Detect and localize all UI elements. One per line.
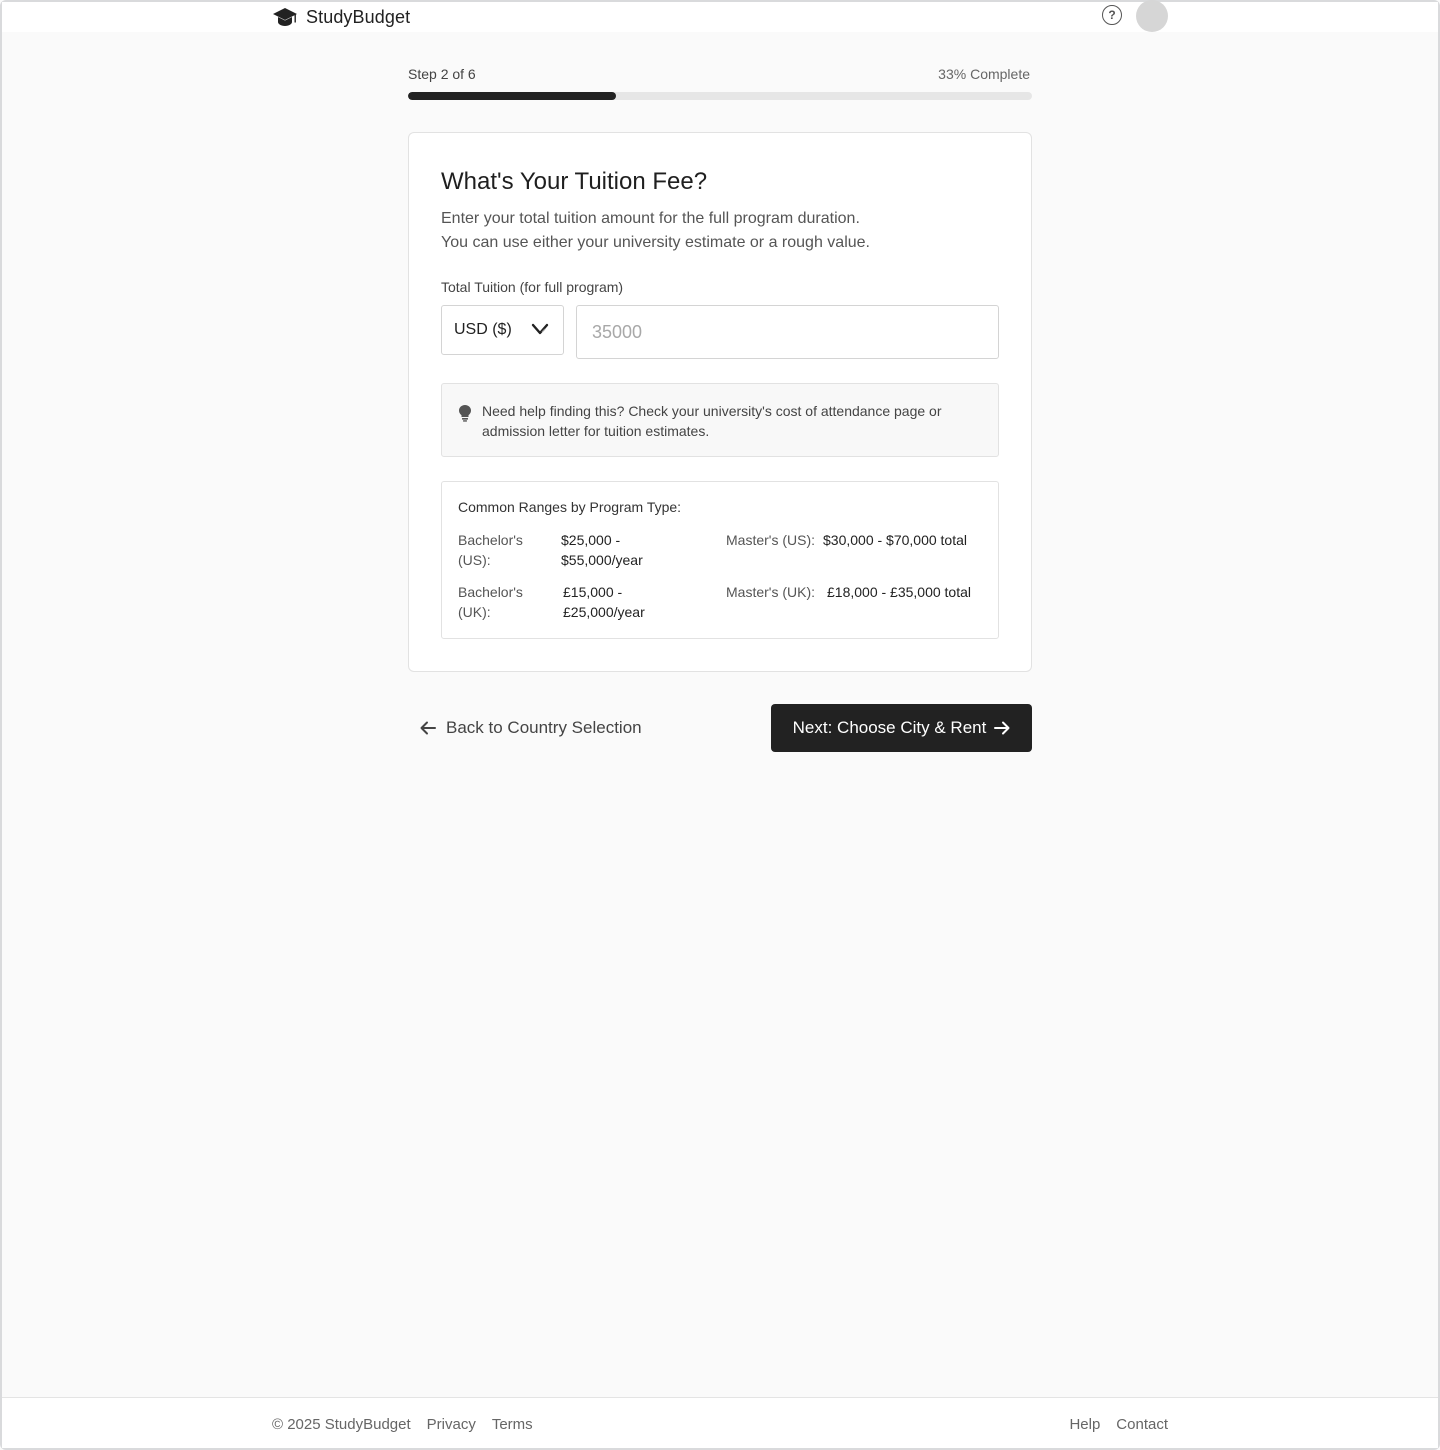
range-label-bachelors-us: Bachelor's (US): — [458, 530, 523, 570]
next-button-label: Next: Choose City & Rent — [792, 718, 987, 737]
help-icon[interactable]: ? — [1102, 5, 1122, 25]
back-button-label: Back to Country Selection — [446, 718, 642, 737]
range-label-line: Bachelor's — [458, 532, 523, 548]
page-footer: © 2025 StudyBudget Privacy Terms Help Co… — [2, 1397, 1438, 1448]
privacy-link[interactable]: Privacy — [427, 1416, 476, 1433]
next-button[interactable]: Next: Choose City & Rent — [771, 704, 1032, 752]
range-value-masters-uk: £18,000 - £35,000 total — [827, 584, 972, 600]
help-tip-text: Need help finding this? Check your unive… — [482, 403, 942, 439]
range-label-masters-us: Master's (US): — [726, 532, 816, 548]
range-label-bachelors-uk: Bachelor's (UK): — [458, 582, 523, 622]
range-value-masters-us: $30,000 - $70,000 total — [823, 532, 968, 548]
ranges-title: Common Ranges by Program Type: — [458, 499, 682, 515]
footer-left: © 2025 StudyBudget Privacy Terms — [272, 1416, 549, 1433]
help-tip: Need help finding this? Check your unive… — [441, 383, 999, 457]
app-name: StudyBudget — [306, 6, 411, 27]
brand-logo[interactable]: StudyBudget — [272, 6, 410, 28]
terms-link[interactable]: Terms — [492, 1416, 533, 1433]
range-value-line: £15,000 - — [563, 584, 623, 600]
arrow-right-icon — [994, 721, 1010, 735]
top-header: StudyBudget ? — [2, 0, 1438, 32]
range-label-line: Bachelor's — [458, 584, 523, 600]
arrow-left-icon — [420, 721, 436, 735]
range-label-line: (US): — [458, 552, 491, 568]
common-ranges-panel: Common Ranges by Program Type: Bachelor'… — [441, 481, 999, 639]
range-value-line: £25,000/year — [563, 604, 645, 620]
contact-link[interactable]: Contact — [1116, 1416, 1168, 1433]
footer-right: Help Contact — [1053, 1416, 1168, 1433]
chevron-down-icon — [531, 323, 549, 335]
range-label-line: (UK): — [458, 604, 491, 620]
description-line-2: You can use either your university estim… — [441, 234, 870, 251]
progress-fill — [408, 92, 616, 100]
description-line-1: Enter your total tuition amount for the … — [441, 210, 860, 227]
percent-complete: 33% Complete — [938, 66, 1030, 82]
lightbulb-icon — [459, 405, 471, 422]
range-value-line: $25,000 - — [561, 532, 621, 548]
copyright-text: © 2025 StudyBudget — [272, 1416, 411, 1433]
currency-select[interactable]: USD ($) — [441, 305, 564, 355]
range-value-bachelors-us: $25,000 - $55,000/year — [561, 530, 643, 570]
range-value-bachelors-uk: £15,000 - £25,000/year — [563, 582, 645, 622]
graduation-cap-icon — [273, 8, 297, 26]
tuition-amount-input[interactable] — [576, 305, 999, 359]
step-indicator: Step 2 of 6 — [408, 66, 476, 82]
page-title: What's Your Tuition Fee? — [441, 168, 708, 195]
avatar[interactable] — [1136, 0, 1168, 32]
page-description: Enter your total tuition amount for the … — [441, 207, 1001, 255]
help-link[interactable]: Help — [1069, 1416, 1100, 1433]
tuition-field-label: Total Tuition (for full program) — [441, 279, 624, 295]
currency-value: USD ($) — [454, 321, 512, 338]
range-value-line: $55,000/year — [561, 552, 643, 568]
progress-bar — [408, 92, 1032, 100]
back-button[interactable]: Back to Country Selection — [420, 716, 642, 740]
range-label-masters-uk: Master's (UK): — [726, 584, 816, 600]
tuition-card: What's Your Tuition Fee? Enter your tota… — [408, 132, 1032, 672]
